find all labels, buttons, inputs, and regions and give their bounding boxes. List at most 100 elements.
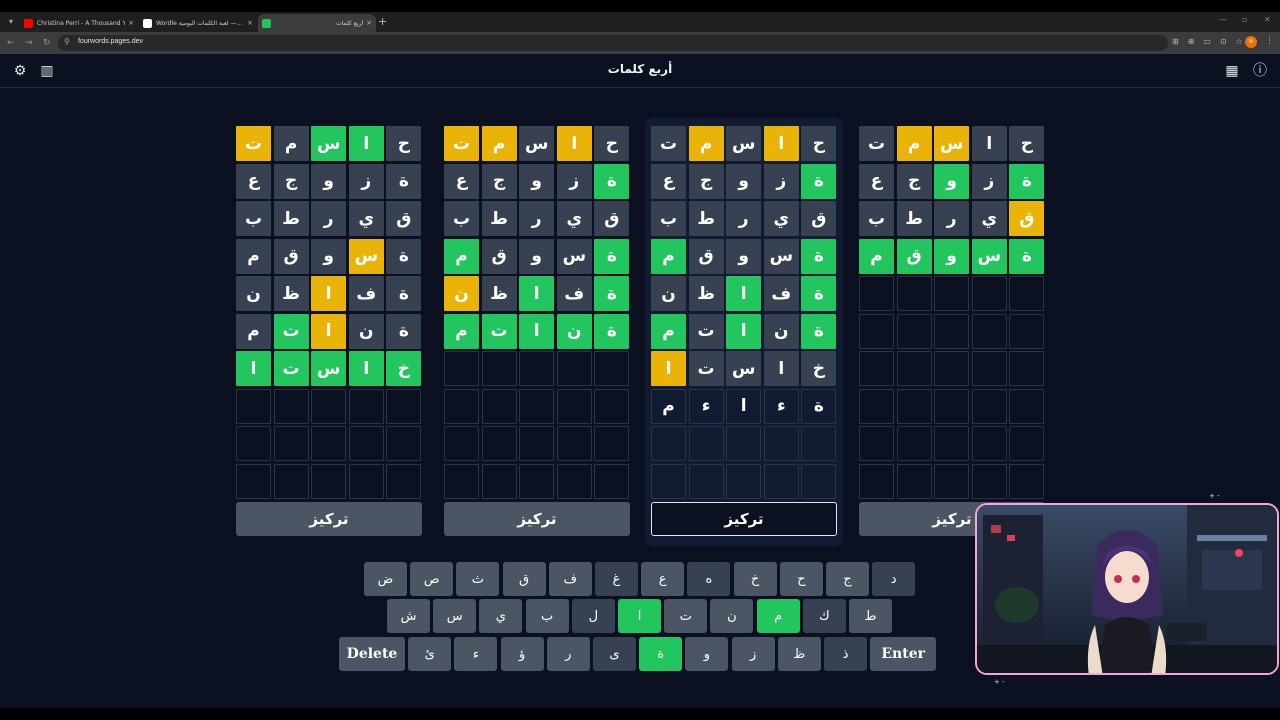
letter-tile: ب <box>444 201 479 236</box>
address-bar[interactable]: ⚲ fourwords.pages.dev <box>58 35 1168 51</box>
letter-tile: ة <box>801 276 837 311</box>
letter-key[interactable]: ء <box>454 637 498 671</box>
letter-key[interactable]: غ <box>595 562 638 596</box>
empty-tile <box>896 276 932 311</box>
reload-icon[interactable]: ↻ <box>43 37 51 49</box>
bookmark-star-icon[interactable]: ☆ <box>1236 37 1243 46</box>
letter-key[interactable]: د <box>872 562 916 596</box>
empty-tile <box>519 463 555 499</box>
letter-key[interactable]: ح <box>779 562 823 596</box>
empty-tile <box>859 351 894 386</box>
letter-key[interactable]: ك <box>802 599 846 633</box>
letter-tile: ز <box>971 163 1007 199</box>
page-title: أربع كلمات <box>607 62 673 76</box>
letter-key[interactable]: ف <box>548 562 592 596</box>
letter-tile: ة <box>1009 238 1045 274</box>
letter-tile: ح <box>594 126 630 161</box>
empty-tile <box>481 426 517 461</box>
letter-key[interactable]: ا <box>618 599 661 633</box>
close-tab-icon[interactable]: × <box>247 19 253 27</box>
letter-key[interactable]: ث <box>456 562 500 596</box>
close-window-icon[interactable]: ✕ <box>1264 15 1271 24</box>
letter-key[interactable]: س <box>433 599 477 633</box>
info-icon[interactable]: ⓘ <box>1251 62 1269 80</box>
letter-key[interactable]: ج <box>826 562 869 596</box>
letter-tile: و <box>934 238 970 274</box>
close-tab-icon[interactable]: × <box>128 19 134 27</box>
letter-tile: ر <box>726 201 762 236</box>
letter-key[interactable]: ز <box>731 637 775 671</box>
letter-tile: ف <box>763 276 799 311</box>
screen: ▾ Christina Perri - A Thousand Ye... × W… <box>0 0 1280 720</box>
back-icon[interactable]: ← <box>7 37 15 49</box>
new-tab-button[interactable]: + <box>378 15 387 29</box>
empty-tile <box>934 463 970 499</box>
letter-key[interactable]: ق <box>502 562 546 596</box>
site-info-icon[interactable]: ⚲ <box>64 37 70 46</box>
browser-menu-icon[interactable]: ⋮ <box>1265 36 1274 46</box>
empty-tile <box>971 388 1007 424</box>
focus-button[interactable]: تركيز <box>651 502 837 536</box>
letter-key[interactable]: ة <box>639 637 683 671</box>
bottom-black-band <box>0 708 1280 720</box>
four-words-favicon-icon <box>262 18 271 28</box>
delete-key[interactable]: Delete <box>339 637 405 671</box>
letter-key[interactable]: ئ <box>408 637 452 671</box>
tab-search-icon[interactable]: ▾ <box>4 15 18 29</box>
letter-key[interactable]: ط <box>849 599 892 633</box>
letter-key[interactable]: ض <box>364 562 407 596</box>
close-tab-icon[interactable]: × <box>366 19 372 27</box>
tab-christina-perri[interactable]: Christina Perri - A Thousand Ye... × <box>20 14 138 32</box>
letter-key[interactable]: ذ <box>824 637 867 671</box>
letter-tile: و <box>519 163 555 199</box>
board-2: ت م س ا ح ع ج و ز ة ب ط ر ي ق م ق و س ة ن ظ ا ف ة م ت ا ن ة تركيز <box>444 126 630 546</box>
letter-tile: ز <box>556 163 592 199</box>
enter-key[interactable]: Enter <box>870 637 937 671</box>
letter-key[interactable]: ؤ <box>500 637 544 671</box>
letter-key[interactable]: ص <box>410 562 454 596</box>
letter-tile: ق <box>1009 201 1045 236</box>
letter-key[interactable]: ش <box>387 599 430 633</box>
maximize-icon[interactable]: ▫ <box>1242 15 1247 24</box>
letter-tile: س <box>971 238 1007 274</box>
letter-key[interactable]: ى <box>593 637 636 671</box>
profile-avatar[interactable]: N <box>1245 36 1257 48</box>
letter-tile: ا <box>348 351 384 386</box>
empty-tile <box>896 388 932 424</box>
empty-tile <box>348 463 384 499</box>
letter-key[interactable]: ت <box>664 599 708 633</box>
letter-key[interactable]: ع <box>641 562 685 596</box>
empty-tile <box>236 388 271 424</box>
letter-tile: ط <box>688 201 724 236</box>
letter-key[interactable]: ي <box>479 599 523 633</box>
cast-icon[interactable]: ▭ <box>1203 37 1211 46</box>
zoom-icon[interactable]: ⊕ <box>1188 37 1195 46</box>
letter-tile: ت <box>651 126 686 161</box>
letter-key[interactable]: ل <box>571 599 615 633</box>
tab-four-words[interactable]: أربع كلمات × <box>258 14 376 32</box>
tab-title: Christina Perri - A Thousand Ye... <box>37 19 126 27</box>
letter-tile: ن <box>348 313 384 349</box>
letter-key[interactable]: ر <box>546 637 590 671</box>
empty-tile <box>444 388 479 424</box>
letter-tile: ع <box>236 163 271 199</box>
letter-key[interactable]: ظ <box>777 637 821 671</box>
letter-key[interactable]: و <box>685 637 729 671</box>
tab-wordle[interactable]: Wordle لعبة الكلمات اليومية —... × <box>139 14 257 32</box>
letter-key[interactable]: ب <box>525 599 569 633</box>
letter-tile: ج <box>896 163 932 199</box>
minimize-icon[interactable]: — <box>1219 15 1227 24</box>
letter-key[interactable]: خ <box>733 562 777 596</box>
letter-tile: ع <box>859 163 894 199</box>
extension-icon[interactable]: ⊙ <box>1220 37 1227 46</box>
letter-key[interactable]: م <box>756 599 800 633</box>
letter-tile: ة <box>386 313 422 349</box>
forward-icon[interactable]: → <box>25 37 33 49</box>
calendar-icon[interactable]: ▦ <box>1223 62 1241 80</box>
focus-button[interactable]: تركيز <box>236 502 422 536</box>
letter-key[interactable]: ه <box>687 562 731 596</box>
focus-button[interactable]: تركيز <box>444 502 630 536</box>
letter-key[interactable]: ن <box>710 599 754 633</box>
translate-icon[interactable]: ⊞ <box>1172 37 1179 46</box>
letter-tile: ء <box>763 388 799 424</box>
